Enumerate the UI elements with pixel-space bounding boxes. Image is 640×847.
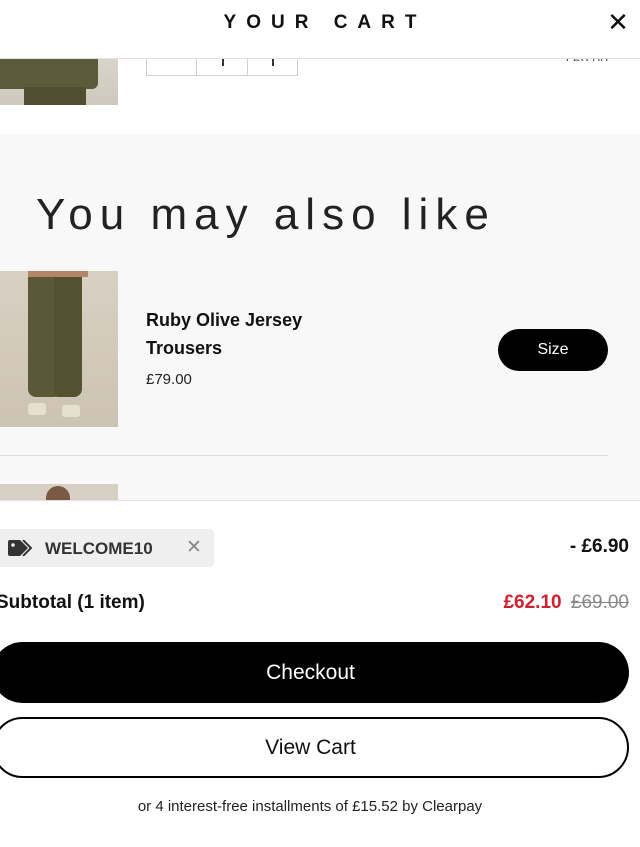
garment-bottom: [24, 87, 86, 105]
installments-text: or 4 interest-free installments of £15.5…: [137, 798, 483, 815]
discount-amount: - £6.90: [569, 536, 629, 557]
subtotal-prices: £62.10 £69.00: [503, 592, 629, 614]
decrease-button[interactable]: [147, 59, 198, 75]
product-name[interactable]: Ruby Olive Jersey Trousers: [146, 306, 346, 362]
cart-footer: WELCOME10 ✕ - £6.90 Subtotal (1 item) £6…: [0, 500, 640, 847]
close-icon[interactable]: ✕: [604, 8, 632, 36]
product-image[interactable]: [0, 484, 118, 500]
divider: [0, 455, 608, 456]
discount-chip: WELCOME10 ✕: [0, 529, 214, 567]
sale-price: £62.10: [503, 592, 562, 613]
product-image[interactable]: [0, 271, 118, 427]
tag-icon: [8, 540, 32, 556]
quantity-stepper[interactable]: [146, 59, 298, 76]
quantity-value[interactable]: [197, 59, 248, 75]
recommendations-title: You may also like: [36, 190, 496, 239]
cart-title: YOUR CART: [223, 12, 427, 33]
discount-code: WELCOME10: [45, 539, 153, 558]
garment-top: [0, 59, 98, 89]
original-price: £69.00: [570, 592, 629, 613]
cart-item-image[interactable]: [0, 59, 118, 105]
cart-line-item: £69.00: [0, 53, 640, 135]
size-button[interactable]: Size: [498, 329, 608, 371]
subtotal-label: Subtotal (1 item): [0, 592, 145, 613]
increase-button[interactable]: [248, 59, 297, 75]
checkout-button[interactable]: Checkout: [0, 642, 629, 703]
view-cart-button[interactable]: View Cart: [0, 717, 629, 778]
product-price: £79.00: [146, 371, 192, 388]
close-icon[interactable]: ✕: [186, 536, 202, 559]
cart-header: YOUR CART ✕: [0, 0, 640, 59]
recommendations-section: You may also like Ruby Olive Jersey Trou…: [0, 134, 640, 500]
